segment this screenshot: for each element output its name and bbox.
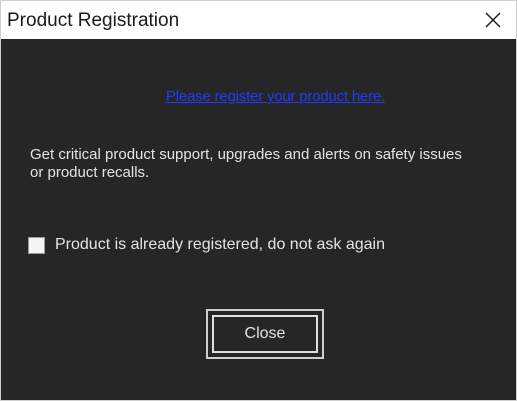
title-bar: Product Registration (1, 1, 516, 39)
close-button-focus-ring: Close (206, 309, 324, 359)
register-link-container: Please register your product here. (1, 88, 516, 105)
description-text: Get critical product support, upgrades a… (30, 146, 462, 181)
already-registered-option[interactable]: Product is already registered, do not as… (28, 236, 385, 254)
close-icon (485, 12, 501, 28)
close-button[interactable]: Close (212, 315, 318, 353)
already-registered-label[interactable]: Product is already registered, do not as… (55, 236, 385, 254)
already-registered-checkbox[interactable] (28, 236, 45, 254)
register-product-link[interactable]: Please register your product here. (132, 88, 385, 105)
dialog-body: Please register your product here. Get c… (1, 39, 516, 400)
window-close-button[interactable] (470, 1, 516, 39)
window-title: Product Registration (7, 10, 180, 31)
product-registration-dialog: Product Registration Please register you… (0, 0, 517, 401)
